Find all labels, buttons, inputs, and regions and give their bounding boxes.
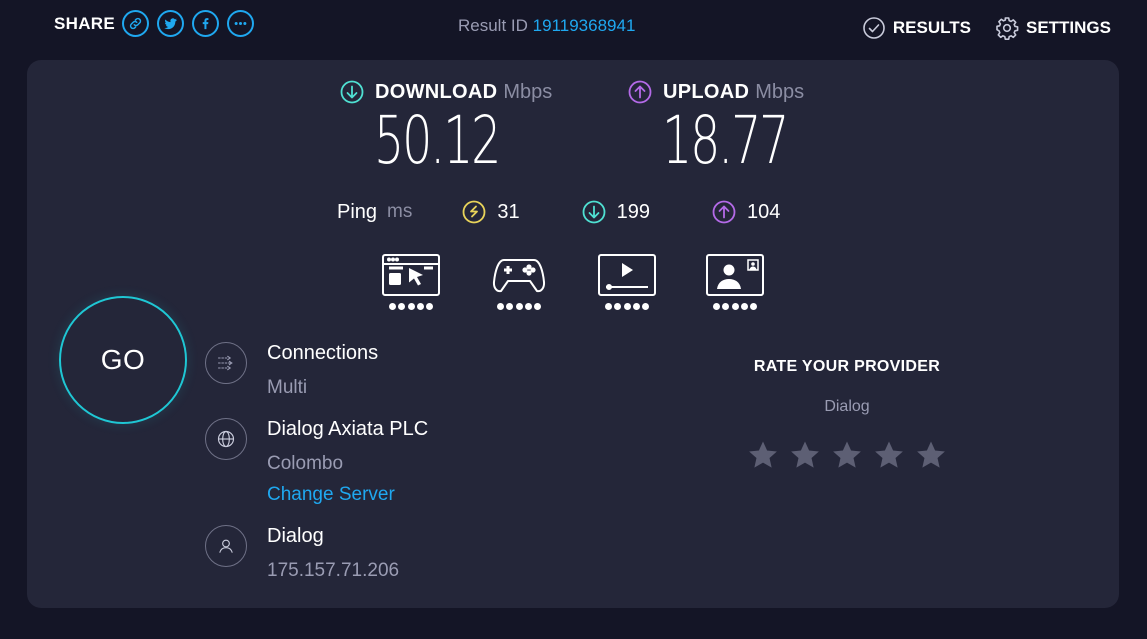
result-id: Result ID 19119368941 bbox=[458, 16, 635, 36]
video-chat-rating bbox=[712, 303, 759, 310]
use-case-gaming[interactable] bbox=[488, 252, 550, 310]
share-twitter-button[interactable] bbox=[157, 10, 185, 37]
use-case-video-streaming[interactable] bbox=[596, 252, 658, 310]
top-bar: SHARE Result ID 19119368941 RESULTS SETT… bbox=[0, 0, 1147, 56]
upload-metric: UPLOAD Mbps 18.77 bbox=[628, 80, 805, 179]
star-icon[interactable] bbox=[788, 438, 822, 472]
share-more-button[interactable] bbox=[227, 10, 255, 37]
ping-upload-value: 104 bbox=[746, 200, 781, 223]
star-rating bbox=[727, 438, 967, 472]
gaming-rating bbox=[496, 303, 543, 310]
star-icon[interactable] bbox=[830, 438, 864, 472]
result-id-link[interactable]: 19119368941 bbox=[533, 16, 636, 35]
use-case-ratings bbox=[380, 252, 812, 310]
ping-label: Ping bbox=[337, 200, 378, 223]
connections-title: Connections bbox=[267, 342, 379, 364]
settings-label: SETTINGS bbox=[1025, 18, 1111, 37]
share-group: SHARE bbox=[54, 10, 262, 37]
download-metric: DOWNLOAD Mbps 50.12 bbox=[340, 80, 553, 179]
web-browsing-icon bbox=[382, 254, 440, 296]
check-circle-icon bbox=[863, 17, 885, 39]
ping-idle: 31 bbox=[462, 200, 520, 224]
idle-latency-icon bbox=[462, 200, 486, 224]
ping-row: Ping ms 31 199 104 bbox=[337, 200, 842, 224]
go-button[interactable]: GO bbox=[59, 296, 187, 424]
upload-label: UPLOAD bbox=[663, 80, 750, 103]
globe-icon bbox=[205, 418, 247, 460]
upload-arrow-icon bbox=[628, 80, 652, 104]
result-id-label: Result ID bbox=[458, 16, 528, 35]
share-label: SHARE bbox=[54, 13, 116, 33]
results-label: RESULTS bbox=[892, 18, 971, 37]
download-latency-icon bbox=[582, 200, 606, 224]
provider-ip: 175.157.71.206 bbox=[267, 560, 400, 581]
change-server-link[interactable]: Change Server bbox=[267, 484, 395, 506]
server-location: Colombo bbox=[267, 453, 344, 474]
gear-icon bbox=[996, 17, 1019, 40]
result-card: DOWNLOAD Mbps 50.12 UPLOAD Mbps 18.77 Pi… bbox=[27, 60, 1119, 608]
download-label: DOWNLOAD bbox=[375, 80, 498, 103]
results-button[interactable]: RESULTS bbox=[862, 16, 971, 40]
download-arrow-icon bbox=[340, 80, 364, 104]
share-facebook-button[interactable] bbox=[192, 10, 220, 37]
connections-value: Multi bbox=[267, 377, 308, 398]
download-unit: Mbps bbox=[503, 80, 553, 103]
rate-provider-name: Dialog bbox=[824, 398, 870, 415]
link-icon bbox=[129, 17, 142, 30]
provider-name: Dialog bbox=[267, 525, 324, 547]
upload-value: 18.77 bbox=[662, 102, 789, 179]
star-icon[interactable] bbox=[914, 438, 948, 472]
video-streaming-icon bbox=[598, 254, 656, 296]
upload-latency-icon bbox=[712, 200, 736, 224]
connections-icon bbox=[205, 342, 247, 384]
ping-download: 199 bbox=[582, 200, 650, 224]
share-link-button[interactable] bbox=[122, 10, 150, 37]
facebook-icon bbox=[202, 18, 209, 30]
ping-idle-value: 31 bbox=[497, 200, 520, 223]
ping-upload: 104 bbox=[712, 200, 780, 224]
gaming-icon bbox=[492, 259, 546, 293]
top-nav: RESULTS SETTINGS bbox=[838, 16, 1111, 40]
use-case-video-chat[interactable] bbox=[704, 252, 766, 310]
twitter-icon bbox=[164, 18, 177, 30]
upload-unit: Mbps bbox=[755, 80, 805, 103]
video-chat-icon bbox=[706, 254, 764, 296]
star-icon[interactable] bbox=[872, 438, 906, 472]
star-icon[interactable] bbox=[746, 438, 780, 472]
download-value: 50.12 bbox=[374, 102, 501, 179]
ping-unit: ms bbox=[387, 201, 413, 222]
rate-provider: RATE YOUR PROVIDER Dialog bbox=[727, 358, 967, 472]
user-icon bbox=[205, 525, 247, 567]
web-browsing-rating bbox=[388, 303, 435, 310]
rate-title: RATE YOUR PROVIDER bbox=[753, 358, 941, 375]
more-icon bbox=[234, 22, 247, 25]
video-streaming-rating bbox=[604, 303, 651, 310]
ping-download-value: 199 bbox=[616, 200, 650, 223]
use-case-web-browsing[interactable] bbox=[380, 252, 442, 310]
settings-button[interactable]: SETTINGS bbox=[995, 16, 1111, 40]
server-name: Dialog Axiata PLC bbox=[267, 418, 429, 440]
